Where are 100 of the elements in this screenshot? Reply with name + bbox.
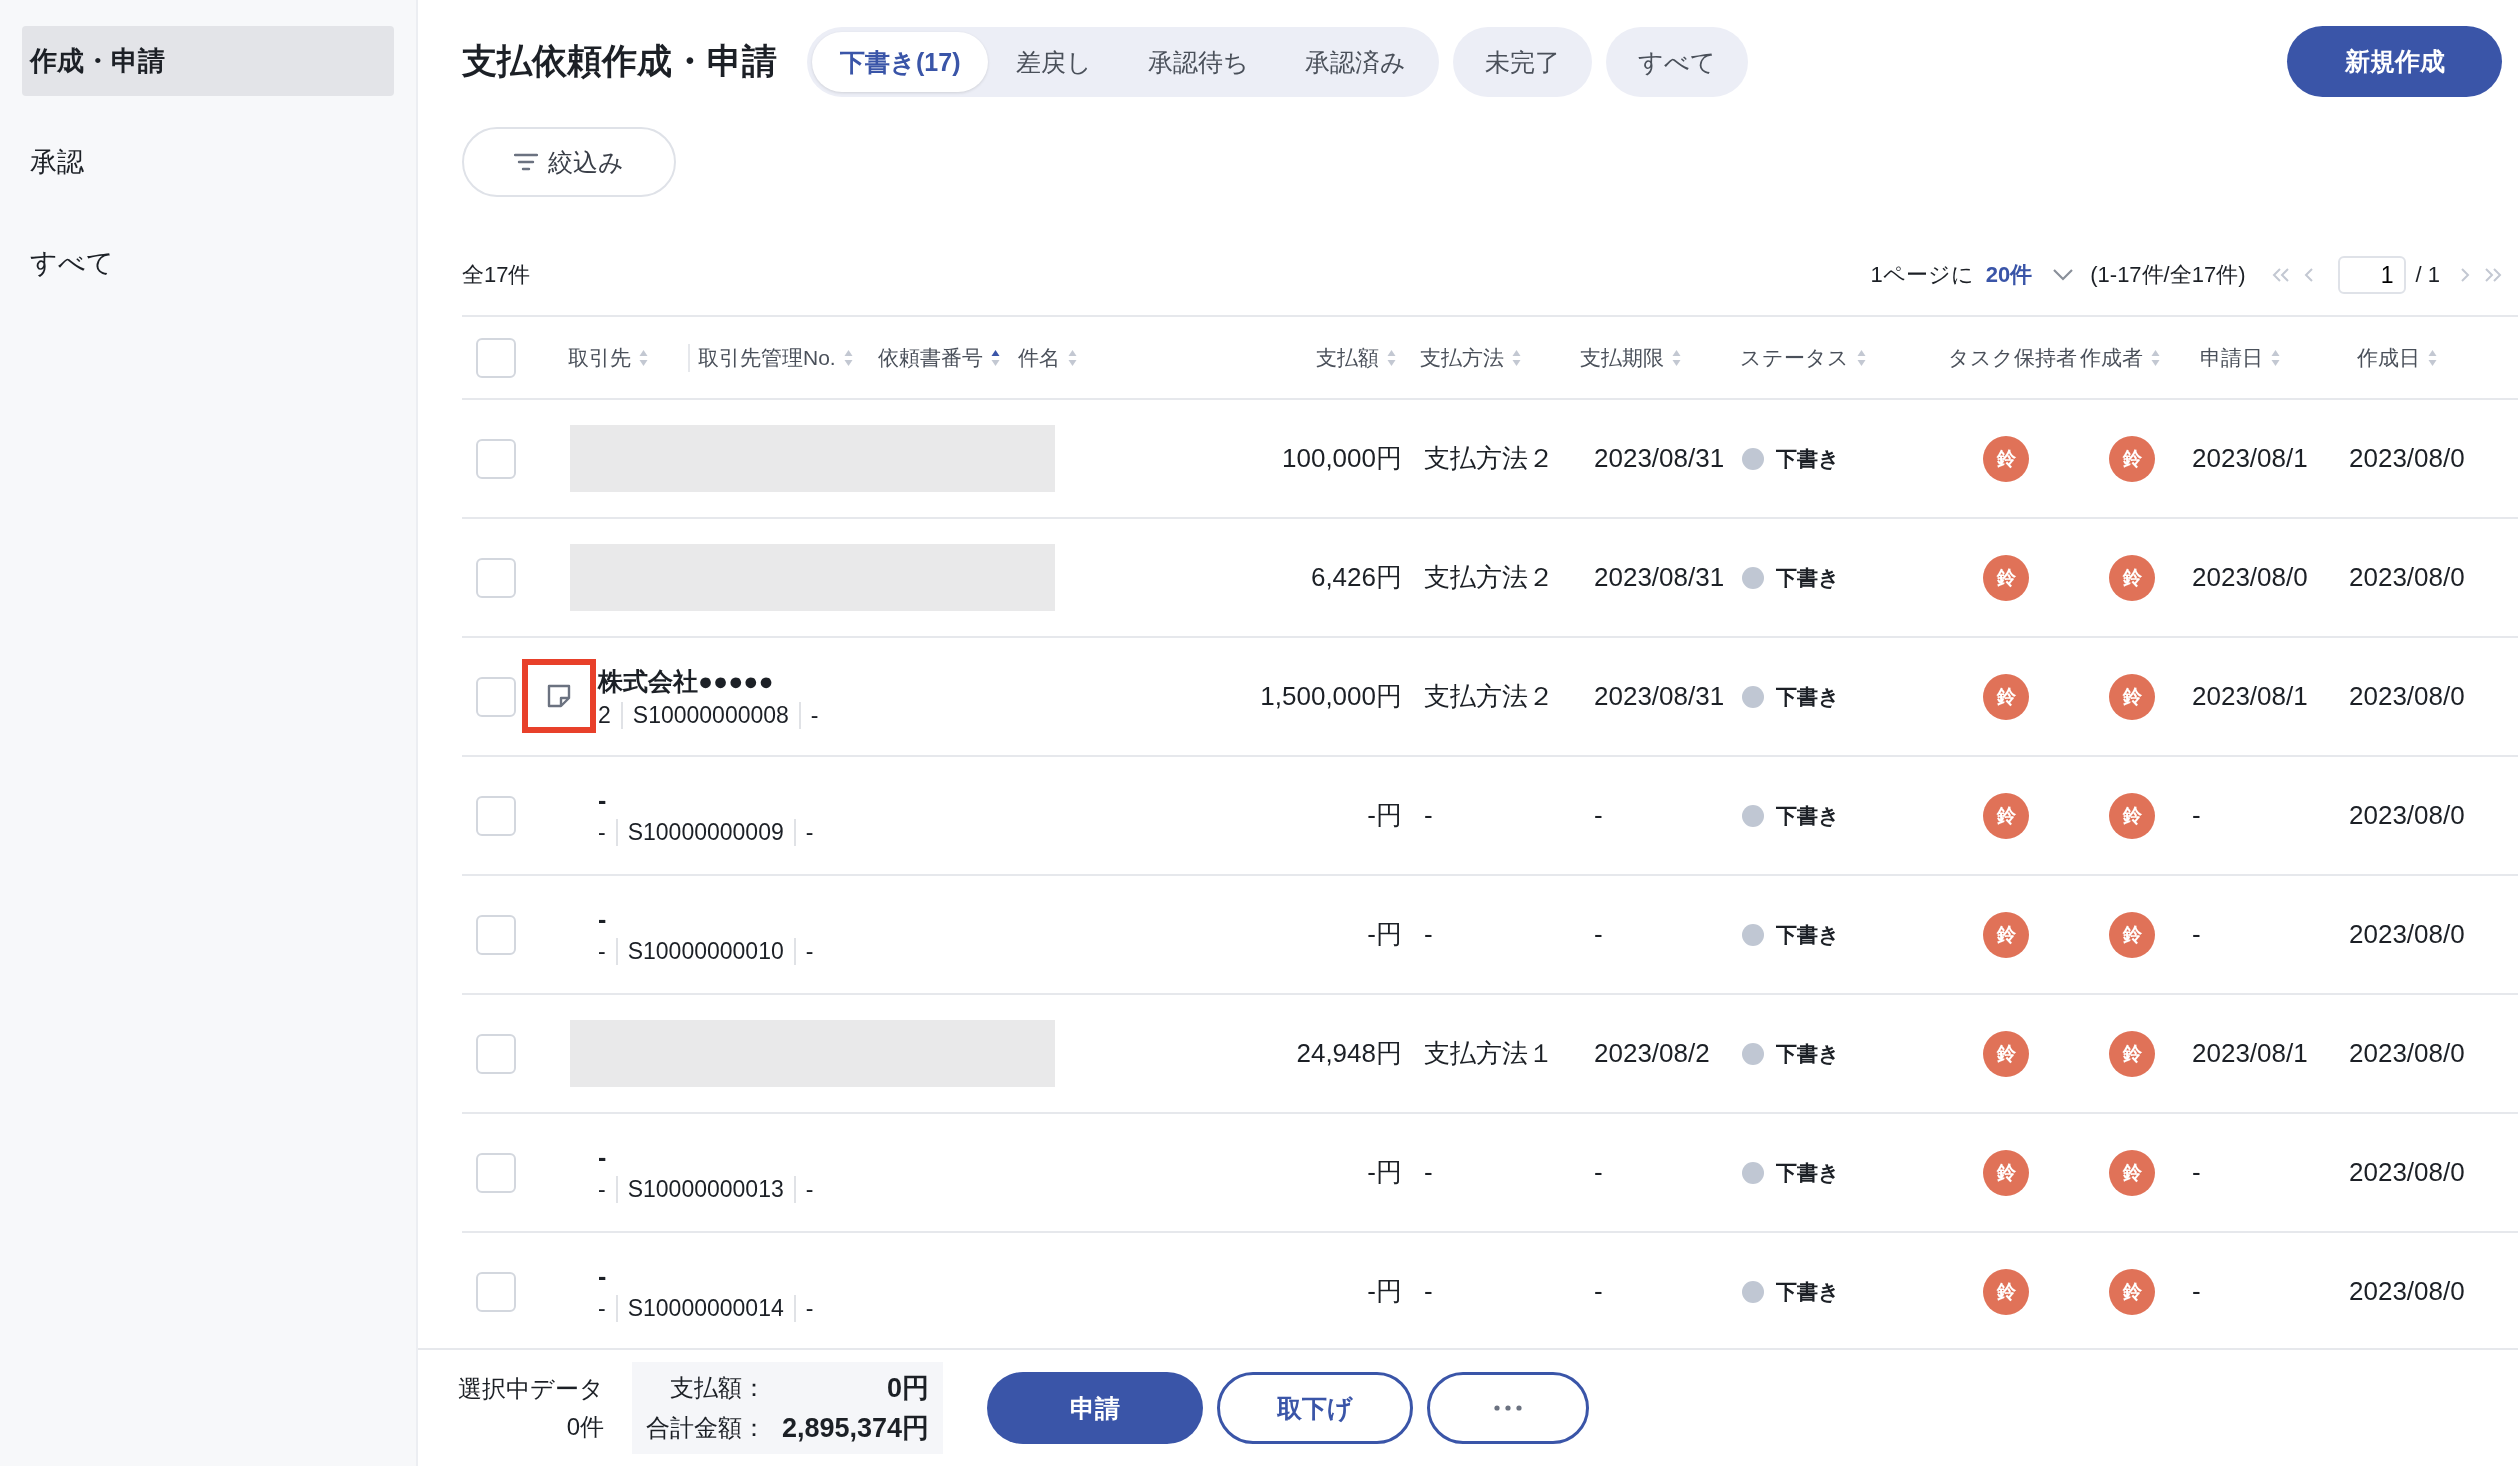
- column-header: 作成日: [2357, 344, 2420, 371]
- filter-icon: [514, 153, 538, 171]
- amount-cell-text: 100,000円: [1282, 442, 1402, 475]
- next-page-icon[interactable]: [2460, 267, 2470, 283]
- amount-cell-text: 6,426円: [1310, 561, 1402, 594]
- row-checkbox[interactable]: [476, 1033, 516, 1074]
- total-count: 全17件: [462, 261, 531, 289]
- amount-cell-text: 24,948円: [1296, 1037, 1402, 1070]
- row-detail: 2: [598, 701, 623, 729]
- row-checkbox[interactable]: [476, 438, 516, 479]
- amount-cell-text: 1,500,000円: [1260, 680, 1402, 713]
- user-avatar: 鈴: [1983, 1268, 2029, 1315]
- previous-page-icon[interactable]: [2303, 267, 2314, 283]
- status-dot-icon: [1742, 685, 1764, 708]
- status-dot-icon: [1742, 804, 1764, 827]
- column-header: 支払期限: [1580, 344, 1664, 371]
- sidebar-item[interactable]: 承認: [22, 127, 394, 197]
- date-cell: 2023/08/0: [2349, 443, 2465, 474]
- chevron-down-icon[interactable]: [2052, 268, 2075, 282]
- filter-tab[interactable]: 下書き(17): [812, 31, 989, 92]
- date-cell: 2023/08/0: [2349, 800, 2465, 831]
- method-cell-text: 支払方法２: [1424, 561, 1554, 594]
- deadline-cell: 2023/08/31: [1594, 443, 1725, 474]
- filter-tab[interactable]: すべて: [1606, 26, 1749, 97]
- column-header: 取引先管理No.: [698, 344, 836, 371]
- status-label: 下書き: [1776, 445, 1840, 472]
- user-avatar: 鈴: [2109, 673, 2155, 720]
- summary-label: 支払額：: [669, 1373, 766, 1403]
- method-cell-text: 支払方法２: [1424, 442, 1554, 475]
- filter-tab[interactable]: 差戻し: [988, 31, 1121, 92]
- row-checkbox[interactable]: [476, 1271, 516, 1312]
- user-avatar: 鈴: [1983, 911, 2029, 958]
- column-header: 支払額: [1316, 344, 1379, 371]
- method-cell-text: 支払方法２: [1424, 680, 1554, 713]
- per-page-label: 1ページに: [1870, 261, 1974, 289]
- column-header: 依頼書番号: [878, 344, 983, 371]
- last-page-icon[interactable]: [2484, 267, 2502, 283]
- select-all-checkbox[interactable]: [476, 337, 516, 378]
- status-label: 下書き: [1776, 683, 1840, 710]
- first-page-icon[interactable]: [2271, 267, 2290, 283]
- withdraw-button[interactable]: 取下げ: [1217, 1372, 1414, 1444]
- date-cell: 2023/08/1: [2192, 443, 2308, 474]
- date-cell: 2023/08/0: [2349, 1038, 2465, 1069]
- method-cell-text: 支払方法１: [1424, 1037, 1554, 1070]
- row-checkbox[interactable]: [476, 1152, 516, 1193]
- sort-icon[interactable]: [991, 347, 1000, 368]
- column-header: 取引先: [568, 344, 631, 371]
- note-icon[interactable]: [546, 683, 572, 709]
- deadline-cell: 2023/08/31: [1594, 681, 1725, 712]
- method-cell: -: [1424, 1276, 1433, 1307]
- row-checkbox[interactable]: [476, 795, 516, 836]
- apply-button[interactable]: 申請: [987, 1372, 1204, 1444]
- status-dot-icon: [1742, 1161, 1764, 1184]
- row-detail: -: [598, 937, 618, 965]
- row-checkbox[interactable]: [476, 676, 516, 717]
- row-detail: S10000000014: [617, 1294, 796, 1322]
- deadline-cell: -: [1594, 1276, 1603, 1307]
- status-label: 下書き: [1776, 1040, 1840, 1067]
- row-checkbox[interactable]: [476, 914, 516, 955]
- filter-tab[interactable]: 承認済み: [1277, 31, 1435, 92]
- row-detail: -: [804, 937, 815, 965]
- row-detail: S10000000010: [617, 937, 796, 965]
- filter-tab[interactable]: 未完了: [1453, 26, 1593, 97]
- date-cell: -: [2192, 800, 2201, 831]
- column-header: 作成者: [2080, 344, 2143, 371]
- date-cell: 2023/08/1: [2192, 681, 2308, 712]
- filter-button[interactable]: 絞込み: [462, 127, 676, 197]
- date-cell: 2023/08/0: [2192, 562, 2308, 593]
- deadline-cell: -: [1594, 800, 1603, 831]
- row-detail: -: [804, 1175, 815, 1203]
- column-header: 件名: [1018, 344, 1060, 371]
- row-detail: -: [598, 818, 618, 846]
- column-header: 申請日: [2200, 344, 2263, 371]
- deadline-cell: -: [1594, 919, 1603, 950]
- user-avatar: 鈴: [1983, 1030, 2029, 1077]
- status-dot-icon: [1742, 1042, 1764, 1065]
- status-dot-icon: [1742, 566, 1764, 589]
- sidebar-item[interactable]: すべて: [22, 228, 394, 298]
- selection-label: 選択中データ: [458, 1374, 604, 1404]
- page-input[interactable]: 1: [2337, 256, 2406, 294]
- row-detail: -: [804, 1294, 815, 1322]
- row-checkbox[interactable]: [476, 557, 516, 598]
- user-avatar: 鈴: [2109, 1268, 2155, 1315]
- summary-value: 0円: [886, 1372, 930, 1405]
- user-avatar: 鈴: [2109, 1149, 2155, 1196]
- vendor-name: -: [598, 1261, 607, 1291]
- date-cell: 2023/08/1: [2192, 1038, 2308, 1069]
- method-cell: -: [1424, 1157, 1433, 1188]
- per-page-select[interactable]: 20件: [1985, 260, 2033, 290]
- user-avatar: 鈴: [1983, 1149, 2029, 1196]
- deadline-cell: 2023/08/31: [1594, 562, 1725, 593]
- filter-tab[interactable]: 承認待ち: [1120, 31, 1278, 92]
- amount-cell-text: -円: [1367, 1275, 1402, 1308]
- summary-label: 合計金額：: [646, 1413, 766, 1443]
- new-button[interactable]: 新規作成: [2287, 26, 2502, 97]
- method-cell: -: [1424, 919, 1433, 950]
- column-header: タスク保持者: [1948, 344, 2077, 371]
- date-cell: 2023/08/0: [2349, 1276, 2465, 1307]
- sidebar-item[interactable]: 作成・申請: [22, 26, 394, 96]
- vendor-name: -: [598, 904, 607, 934]
